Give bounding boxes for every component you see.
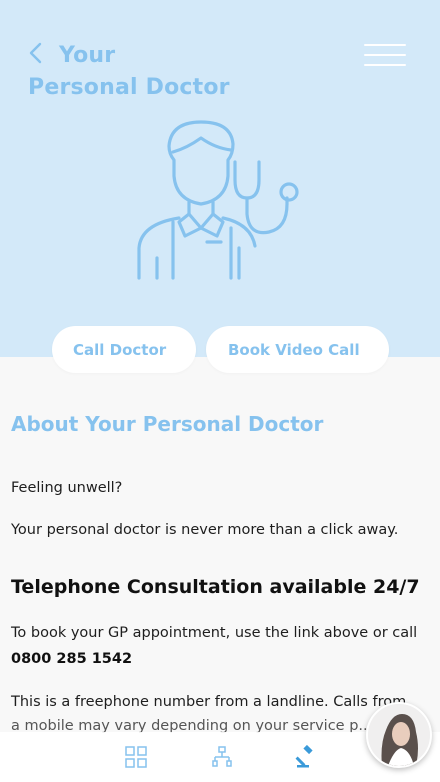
gavel-icon[interactable]: [295, 745, 319, 769]
hamburger-menu-icon[interactable]: [364, 42, 408, 70]
page-title: Your Personal Doctor: [28, 40, 230, 104]
phone-number[interactable]: 0800 285 1542: [11, 651, 132, 667]
org-chart-icon[interactable]: [210, 745, 234, 769]
book-video-call-label: Book Video Call: [228, 340, 360, 359]
call-doctor-button[interactable]: Call Doctor: [52, 326, 196, 373]
page-title-line1: Your: [59, 43, 116, 68]
avatar-person-icon: [368, 704, 430, 766]
support-avatar[interactable]: [366, 702, 432, 768]
call-doctor-label: Call Doctor: [73, 340, 167, 359]
paragraph-click-away: Your personal doctor is never more than …: [11, 522, 399, 538]
grid-icon[interactable]: [124, 745, 148, 769]
doctor-illustration: [137, 120, 299, 280]
hero-banner: Your Personal Doctor: [0, 0, 440, 357]
telephone-heading: Telephone Consultation available 24/7: [11, 576, 420, 598]
paragraph-book-gp: To book your GP appointment, use the lin…: [11, 625, 418, 641]
about-heading: About Your Personal Doctor: [11, 412, 324, 436]
paragraph-freephone: This is a freephone number from a landli…: [11, 694, 407, 710]
paragraph-feeling-unwell: Feeling unwell?: [11, 480, 123, 496]
book-video-call-button[interactable]: Book Video Call: [206, 326, 389, 373]
page-title-line2: Personal Doctor: [28, 75, 230, 100]
